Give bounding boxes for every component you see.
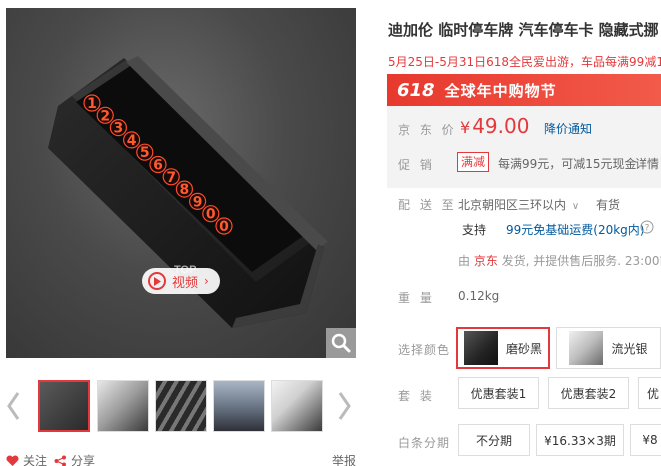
digit-label: 1 [87,96,97,112]
price-number: 49.00 [472,114,530,138]
digit-label: 7 [166,170,176,186]
share-icon [54,455,66,466]
product-title: 迪加伦 临时停车牌 汽车停车卡 隐藏式挪 [388,21,659,39]
thumbnail-3[interactable] [155,380,207,432]
report-label: 举报 [332,454,357,466]
main-product-image[interactable]: 12345678900 TOP 视频 › [6,8,356,358]
thumbnail-2[interactable] [97,380,149,432]
support-label: 支持 [462,223,487,237]
color-option-label: 流光银 [611,341,648,356]
package-option-2[interactable]: 优惠套装2 [548,377,629,409]
silver-swatch [569,331,604,365]
promo-banner[interactable]: 618 全球年中购物节 [387,74,661,106]
chevron-down-icon: ∨ [571,201,580,212]
banner-badge: 618 [397,79,435,101]
info-icon[interactable]: ? [640,220,654,237]
promo-line[interactable]: 5月25日-5月31日618全民爱出游，车品每满99减15元 [388,53,661,70]
zoom-button[interactable] [326,328,356,358]
delivery-label: 配 送 至 [398,198,457,212]
delivery-address: 北京朝阳区三环以内 [458,198,567,212]
installment-option-6[interactable]: ¥8 [630,424,661,456]
share-button[interactable]: 分享 [54,452,95,466]
follow-button[interactable]: 关注 [6,452,47,466]
digit-label: 4 [127,133,137,149]
heart-icon [6,454,19,466]
prev-thumb-arrow[interactable] [2,388,24,424]
package-option-3[interactable]: 优 [638,377,661,409]
promotion-label: 促 销 [398,158,435,172]
digit-label: 8 [180,182,190,198]
thumbnail-1[interactable] [38,380,90,432]
digit-label: 0 [206,207,216,223]
magnifier-icon [331,333,351,353]
seller-link[interactable]: 京东 [474,254,498,268]
share-label: 分享 [71,454,96,466]
installment-option-none[interactable]: 不分期 [458,424,530,456]
thumbnail-4[interactable] [213,380,265,432]
digit-label: 9 [193,194,203,210]
follow-label: 关注 [23,454,48,466]
price-value: ¥49.00 [460,114,529,138]
color-option-silver[interactable]: 流光银 [556,327,661,369]
seller-suffix: 发货, 并提供售后服务. 23:00前 [497,254,661,268]
chevron-right-icon: › [204,274,209,288]
digit-label: 5 [140,145,150,161]
weight-label: 重 量 [398,291,435,305]
seller-info: 由 京东 发货, 并提供售后服务. 23:00前 [458,252,661,269]
video-label: 视频 [172,275,199,291]
gallery-actions: 关注 分享 举报 [6,452,356,466]
seller-prefix: 由 [458,254,474,268]
thumbnail-5[interactable] [271,380,323,432]
digit-label: 0 [219,219,229,235]
currency-symbol: ¥ [460,118,471,137]
thumbnail-strip [0,380,362,436]
installment-label: 白条分期 [398,436,451,450]
digit-label: 2 [100,108,110,124]
promotion-desc: 每满99元，可减15元现金 [498,157,637,171]
free-shipping-link[interactable]: 99元免基础运费(20kg内) [506,221,644,238]
color-option-label: 磨砂黑 [505,341,542,356]
digit-label: 3 [114,121,124,137]
promotion-tag: 满减 [457,152,490,172]
digit-label: 6 [153,158,163,174]
video-button[interactable]: 视频 › [142,268,220,294]
black-swatch [463,331,498,365]
promotion-detail-link[interactable]: 详情 [635,155,659,172]
report-link[interactable]: 举报 [332,452,356,466]
package-option-1[interactable]: 优惠套装1 [458,377,539,409]
color-option-black[interactable]: 磨砂黑 [456,327,550,369]
installment-option-3[interactable]: ¥16.33×3期 [536,424,624,456]
color-label: 选择颜色 [398,343,451,357]
delivery-address-dropdown[interactable]: 北京朝阳区三环以内 ∨ [458,196,579,213]
next-thumb-arrow[interactable] [334,388,356,424]
play-icon [148,272,166,290]
svg-text:?: ? [645,224,650,234]
banner-text: 全球年中购物节 [444,81,557,100]
parking-card-illustration: 12345678900 TOP [48,56,328,328]
package-label: 套 装 [398,389,435,403]
weight-value: 0.12kg [458,289,500,303]
price-label: 京 东 价 [398,123,457,137]
stock-status: 有货 [596,198,621,212]
price-drop-notice-link[interactable]: 降价通知 [544,120,592,137]
